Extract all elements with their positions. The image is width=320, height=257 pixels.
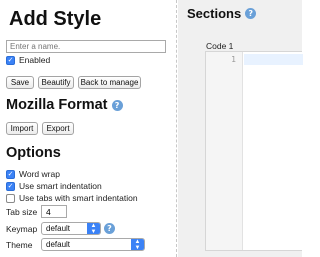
keymap-help-icon[interactable]: ? — [104, 223, 115, 234]
keymap-label: Keymap — [6, 224, 38, 234]
word-wrap-toggle[interactable]: ✓ Word wrap — [6, 169, 60, 179]
theme-label: Theme — [6, 240, 33, 250]
tabs-smart-indentation-checkbox[interactable] — [6, 193, 15, 203]
mozilla-format-title: Mozilla Format — [6, 97, 108, 113]
smart-indentation-checkbox[interactable]: ✓ — [6, 181, 15, 191]
enabled-checkbox[interactable]: ✓ — [6, 55, 15, 65]
word-wrap-checkbox[interactable]: ✓ — [6, 169, 15, 179]
save-button[interactable]: Save — [6, 76, 34, 89]
tab-size-label: Tab size — [6, 207, 38, 217]
select-arrows-icon: ▲ ▼ — [87, 223, 100, 234]
options-title: Options — [6, 145, 61, 161]
tab-size-input[interactable]: 4 — [41, 205, 67, 218]
line-gutter: 1 — [206, 52, 243, 250]
sections-heading: Sections ? — [187, 6, 257, 21]
mozilla-format-heading: Mozilla Format ? — [6, 97, 123, 113]
enabled-label: Enabled — [19, 55, 51, 65]
import-button[interactable]: Import — [6, 122, 38, 135]
active-line-highlight — [244, 54, 303, 65]
line-number: 1 — [231, 55, 236, 64]
beautify-button[interactable]: Beautify — [38, 76, 74, 89]
panel-divider — [176, 0, 177, 257]
select-arrows-icon: ▲ ▼ — [131, 239, 144, 250]
page-title: Add Style — [9, 8, 102, 30]
tabs-smart-indentation-toggle[interactable]: Use tabs with smart indentation — [6, 193, 138, 203]
sections-title: Sections — [187, 6, 242, 21]
sections-panel: Sections ? Code 1 1 — [178, 0, 303, 257]
keymap-value: default — [46, 224, 71, 233]
style-name-input[interactable] — [6, 40, 166, 53]
code-editor[interactable]: 1 — [205, 51, 303, 251]
keymap-select[interactable]: default ▲ ▼ — [41, 222, 101, 235]
theme-select[interactable]: default ▲ ▼ — [41, 238, 145, 251]
code-section-label: Code 1 — [206, 41, 234, 51]
help-icon[interactable]: ? — [111, 99, 123, 111]
theme-value: default — [46, 240, 71, 249]
enabled-toggle[interactable]: ✓ Enabled — [6, 55, 50, 65]
sections-help-icon[interactable]: ? — [245, 8, 257, 19]
smart-indentation-toggle[interactable]: ✓ Use smart indentation — [6, 181, 102, 191]
tabs-smart-indentation-label: Use tabs with smart indentation — [19, 193, 138, 203]
options-heading: Options — [6, 145, 61, 161]
back-to-manage-button[interactable]: Back to manage — [78, 76, 141, 89]
smart-indentation-label: Use smart indentation — [19, 181, 102, 191]
export-button[interactable]: Export — [42, 122, 74, 135]
editor-sidebar: Add Style ✓ Enabled Save Beautify Back t… — [0, 0, 172, 257]
word-wrap-label: Word wrap — [19, 169, 60, 179]
